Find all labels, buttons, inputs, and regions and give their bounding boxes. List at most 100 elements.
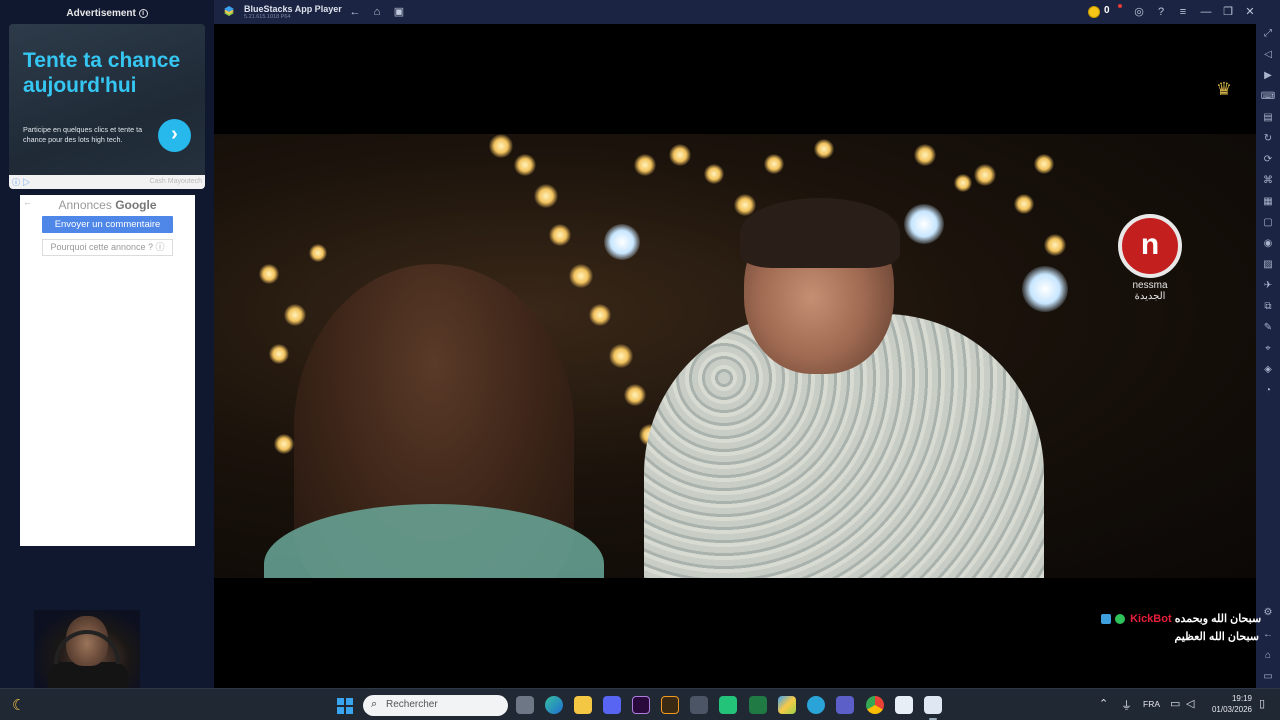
channel-logo-text: nessma الجديدة [1132, 280, 1168, 302]
windows-taskbar: ☾ ⌕ Rechercher ⌃ ⏚ FRA ▭ ◁ 19:19 01/03/2… [0, 688, 1280, 720]
bokeh-light [974, 164, 996, 186]
bokeh-light [764, 154, 784, 174]
bluestacks-sidebar: ⤢ ◁ ▶ ⌨ ▤ ↻ ⟳ ⌘ ▦ ▢ ◉ ▨ ✈ ⧉ ✎ ⌖ ◈ ◔ ⚙ ← … [1256, 24, 1280, 688]
gallery-icon[interactable]: ▨ [1260, 258, 1276, 272]
man-figure [644, 198, 1044, 578]
ad-title: Tente ta chance aujourd'hui [23, 49, 181, 97]
bluestacks-titlebar: BlueStacks App Player 5.21.615.1018 P64 … [214, 0, 1280, 24]
chat-message: KickBot سبحان الله وبحمده [1099, 610, 1262, 628]
help-icon[interactable]: ? [1154, 5, 1168, 19]
bokeh-light [609, 344, 633, 368]
calculator-icon[interactable] [690, 696, 708, 714]
edge-icon[interactable] [545, 696, 563, 714]
teams-icon[interactable] [836, 696, 854, 714]
android-home-icon[interactable]: ⌂ [1260, 649, 1276, 663]
record-icon[interactable]: ◉ [1260, 237, 1276, 251]
layers-icon[interactable]: ◈ [1260, 363, 1276, 377]
speaker-icon[interactable]: ◁ [1186, 697, 1194, 710]
man-hair [740, 198, 900, 268]
location-icon[interactable]: ⌖ [1260, 342, 1276, 356]
settings-icon[interactable]: ⚙ [1260, 606, 1276, 620]
webcam-overlay [34, 610, 140, 692]
rotate-icon[interactable]: ↻ [1260, 132, 1276, 146]
tray-overflow-icon[interactable]: ⌃ [1099, 697, 1108, 710]
macro-icon[interactable]: ◔ [1260, 384, 1276, 398]
start-tile [345, 698, 353, 706]
verified-icon [1115, 614, 1125, 625]
notifications-icon[interactable]: ▯ [1259, 697, 1265, 710]
sync-icon[interactable]: ⟳ [1260, 153, 1276, 167]
taskbar-search[interactable]: ⌕ Rechercher [363, 695, 508, 716]
ad-footer-brand: Cash Mayoutech [149, 178, 202, 185]
web-app-icon[interactable] [807, 696, 825, 714]
search-icon: ⌕ [371, 698, 378, 710]
streaming-app-icon[interactable] [719, 696, 737, 714]
bokeh-light [1034, 154, 1054, 174]
bokeh-light [274, 434, 294, 454]
screenshot-icon[interactable]: ▢ [1260, 216, 1276, 230]
volume-icon[interactable]: ◁ [1260, 48, 1276, 62]
file-explorer-icon[interactable] [574, 696, 592, 714]
account-icon[interactable]: ◎ [1132, 5, 1146, 19]
advertisement-header: Advertisement i [0, 8, 214, 19]
minimize-icon[interactable]: — [1199, 5, 1213, 19]
network-icon[interactable]: ▭ [1170, 697, 1180, 710]
ad-banner[interactable]: Tente ta chance aujourd'hui Participe en… [9, 24, 205, 189]
eco-mode-icon[interactable]: ✎ [1260, 321, 1276, 335]
headphones [54, 630, 120, 664]
task-view-icon[interactable] [516, 696, 534, 714]
bokeh-light [569, 264, 593, 288]
notification-dot [1118, 4, 1122, 8]
bluestacks-taskbar-icon[interactable] [778, 696, 796, 714]
home-icon[interactable]: ⌂ [370, 5, 384, 19]
video-player[interactable]: ♛ n nessma الجديدة KickBot سبحان الله وب… [214, 24, 1262, 688]
play-icon[interactable]: ▶ [1260, 69, 1276, 83]
excel-icon[interactable] [749, 696, 767, 714]
active-window-icon[interactable] [924, 696, 942, 714]
bokeh-light [534, 184, 558, 208]
fl-studio-icon[interactable] [661, 696, 679, 714]
screen: Advertisement i Tente ta chance aujourd'… [0, 0, 1280, 720]
adchoices-icon[interactable]: ⓘ ▷ [12, 177, 30, 188]
media-icon[interactable]: ▤ [1260, 111, 1276, 125]
coin-icon[interactable] [1088, 6, 1100, 18]
multi-instance-icon[interactable]: ⧉ [1260, 300, 1276, 314]
start-button[interactable] [337, 698, 353, 714]
chrome-icon[interactable] [866, 696, 884, 714]
bokeh-light [954, 174, 972, 192]
back-icon[interactable]: ← [348, 5, 362, 19]
ad-arrow-button[interactable]: › [158, 119, 191, 152]
android-recent-icon[interactable]: ▭ [1260, 670, 1276, 684]
gamepad-icon[interactable]: ⌘ [1260, 174, 1276, 188]
discord-icon[interactable] [603, 696, 621, 714]
airplane-icon[interactable]: ✈ [1260, 279, 1276, 293]
weather-moon-icon[interactable]: ☾ [12, 696, 25, 714]
menu-icon[interactable]: ≡ [1176, 5, 1190, 19]
why-this-ad-label: Pourquoi cette annonce ? [50, 242, 154, 252]
premiere-icon[interactable] [632, 696, 650, 714]
android-back-icon[interactable]: ← [1260, 628, 1276, 642]
channel-logo: n nessma الجديدة [1116, 214, 1184, 314]
info-icon[interactable]: i [138, 8, 148, 18]
clock-date: 01/03/2026 [1211, 705, 1252, 714]
fullscreen-icon[interactable]: ⤢ [1260, 27, 1276, 41]
recent-apps-icon[interactable]: ▣ [392, 5, 406, 19]
why-this-ad-button[interactable]: Pourquoi cette annonce ? ⓘ [42, 239, 173, 256]
ad-footer: ⓘ ▷ Cash Mayoutech [9, 175, 205, 189]
microphone-icon[interactable]: ⏚ [1121, 697, 1132, 713]
bluestacks-logo-icon [224, 6, 234, 16]
restore-icon[interactable]: ❐ [1221, 5, 1235, 19]
keyboard-icon[interactable]: ⌨ [1260, 90, 1276, 104]
window-app-icon[interactable] [895, 696, 913, 714]
close-icon[interactable]: ✕ [1243, 5, 1257, 19]
bokeh-light [589, 304, 611, 326]
system-clock[interactable]: 19:19 01/03/2026 [1204, 693, 1252, 715]
start-tile [337, 706, 345, 714]
bokeh-light [309, 244, 327, 262]
crown-icon: ♛ [1215, 79, 1233, 99]
channel-logo-mark: n [1118, 214, 1182, 278]
send-feedback-button[interactable]: Envoyer un commentaire [42, 216, 173, 233]
performance-icon[interactable]: ▦ [1260, 195, 1276, 209]
language-indicator[interactable]: FRA [1143, 699, 1160, 709]
chat-text-line1: سبحان الله وبحمده [1174, 613, 1262, 625]
